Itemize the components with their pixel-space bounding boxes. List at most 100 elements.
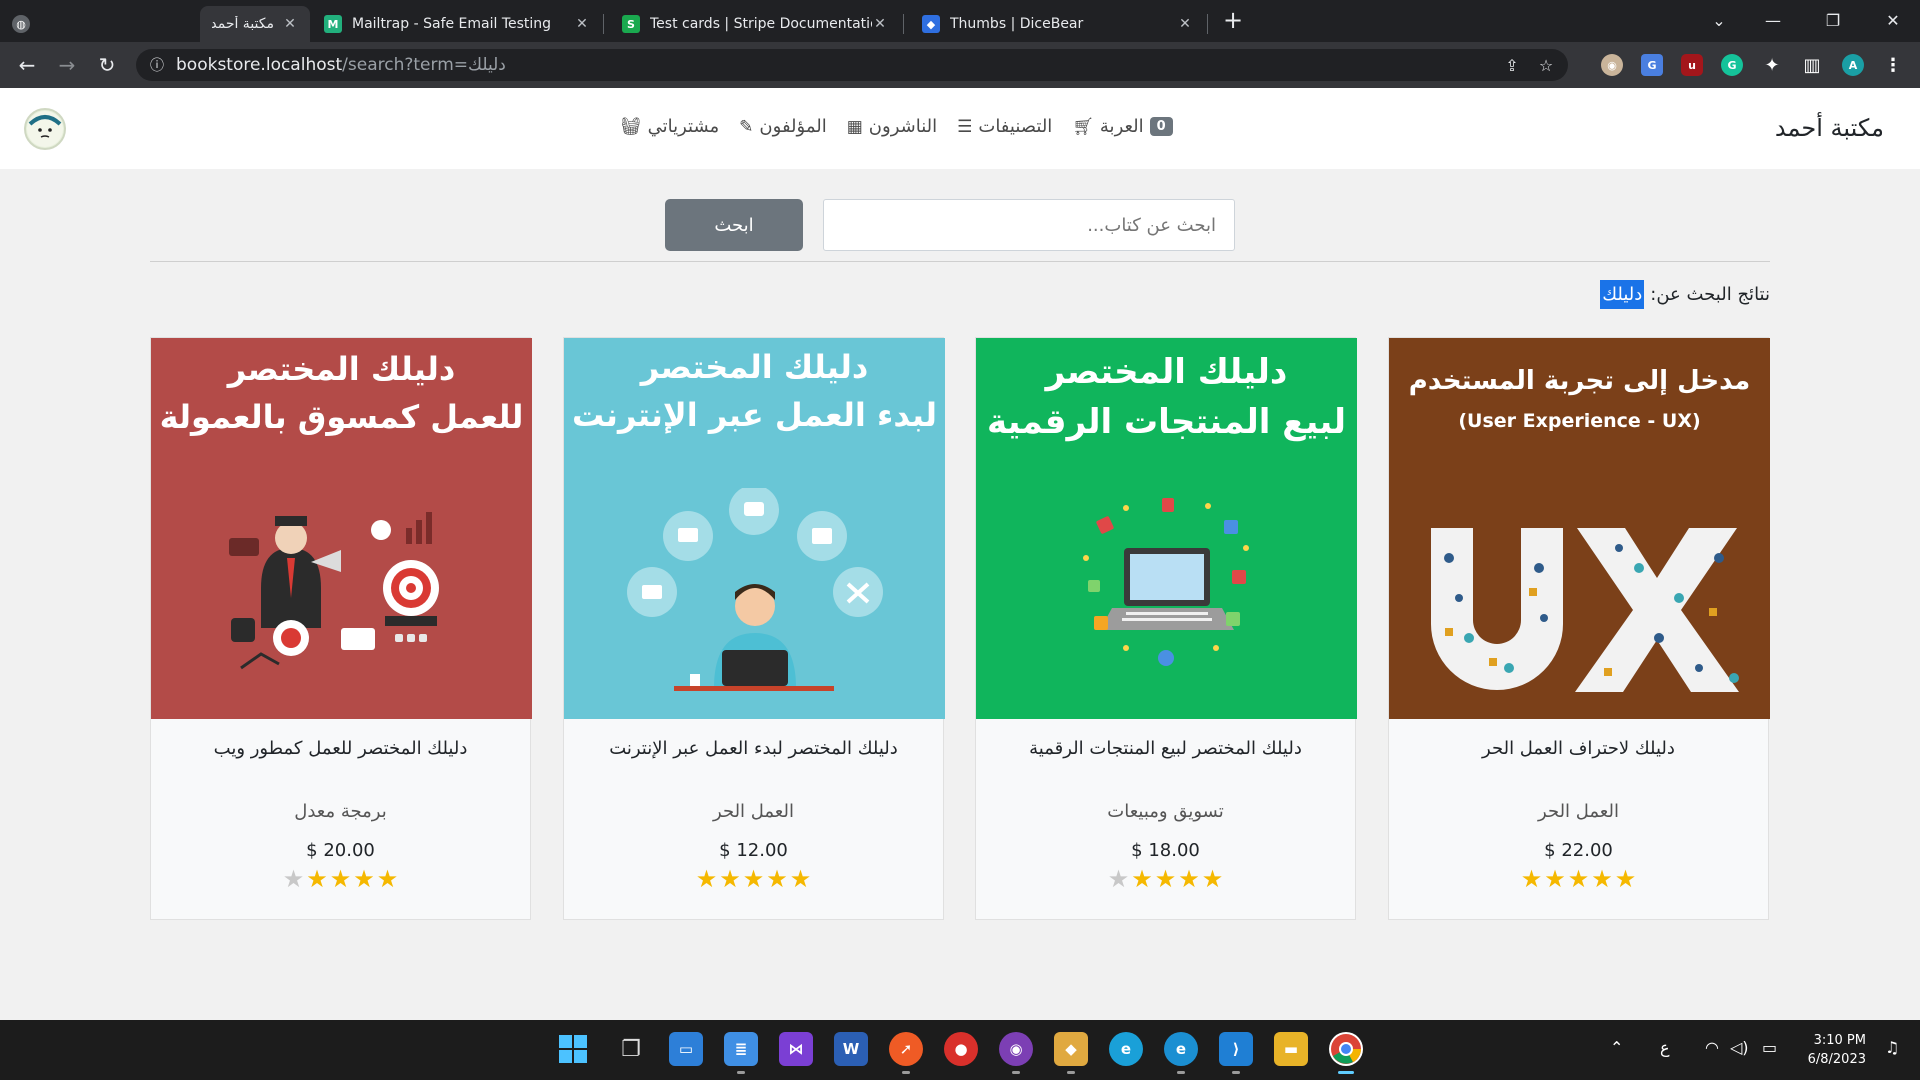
book-card[interactable]: دليلك المختصر لبيع المنتجات الرقمية دليل… — [975, 337, 1357, 920]
tab-title: مكتبة أحمد — [212, 16, 274, 32]
rating-stars: ★ ★ ★ ★ ★ — [1389, 865, 1768, 893]
windows-start-icon[interactable] — [556, 1032, 590, 1066]
volume-icon[interactable]: ◁) — [1730, 1038, 1749, 1057]
vscode-icon[interactable]: ⟩ — [1219, 1032, 1253, 1066]
book-category[interactable]: العمل الحر — [1389, 801, 1768, 822]
laptop-illustration-icon — [1083, 498, 1249, 666]
book-cover[interactable]: دليلك المختصر لبيع المنتجات الرقمية — [976, 338, 1357, 719]
reload-button[interactable]: ↻ — [90, 48, 124, 82]
results-term: دليلك — [1600, 280, 1645, 309]
avatar-face-icon — [27, 111, 63, 147]
star-filled-icon: ★ — [695, 865, 718, 893]
grammarly-icon[interactable]: G — [1721, 54, 1743, 76]
star-filled-icon: ★ — [1178, 865, 1200, 893]
book-card[interactable]: مدخل إلى تجربة المستخدم (User Experience… — [1388, 337, 1770, 920]
wifi-icon[interactable]: ◠ — [1705, 1038, 1719, 1057]
extensions-puzzle-icon[interactable]: ✦ — [1761, 54, 1783, 76]
book-cover[interactable]: مدخل إلى تجربة المستخدم (User Experience… — [1389, 338, 1770, 719]
bookmark-star-icon[interactable]: ☆ — [1536, 55, 1556, 75]
marketer-illustration-icon — [229, 512, 439, 670]
site-brand[interactable]: مكتبة أحمد — [1775, 114, 1884, 142]
tab-close-icon[interactable]: ✕ — [872, 16, 888, 32]
cover-title-line2: للعمل كمسوق بالعمولة — [159, 398, 524, 436]
rating-stars: ★ ★ ★ ★ ★ — [564, 865, 943, 893]
back-button[interactable]: ← — [10, 48, 44, 82]
notification-bell-icon[interactable]: ♫ — [1885, 1038, 1899, 1057]
ublock-origin-icon[interactable]: u — [1681, 54, 1703, 76]
close-window-button[interactable]: ✕ — [1870, 0, 1916, 40]
share-icon[interactable]: ⇪ — [1502, 55, 1522, 75]
active-indicator — [1338, 1071, 1354, 1074]
tab-bookstore[interactable]: مكتبة أحمد ✕ — [200, 6, 310, 42]
task-view-icon[interactable]: ❐ — [614, 1032, 648, 1066]
nav-categories[interactable]: التصنيفات ☰ — [957, 116, 1052, 137]
book-cover[interactable]: دليلك المختصر لبدء العمل عبر الإنترنت — [564, 338, 945, 719]
desktop-icon[interactable]: ▭ — [669, 1032, 703, 1066]
word-icon[interactable]: W — [834, 1032, 868, 1066]
tab-close-icon[interactable]: ✕ — [574, 16, 590, 32]
tab-dicebear[interactable]: ◆ Thumbs | DiceBear ✕ — [910, 6, 1205, 42]
chrome-icon[interactable] — [1329, 1032, 1363, 1066]
minimize-button[interactable]: — — [1750, 0, 1796, 40]
search-input[interactable] — [823, 199, 1235, 251]
book-category[interactable]: تسويق ومبيعات — [976, 801, 1355, 822]
url-path: /search?term=دليلك — [342, 55, 506, 75]
notepad-icon[interactable]: ≣ — [724, 1032, 758, 1066]
postman-icon[interactable]: ➚ — [889, 1032, 923, 1066]
star-filled-icon: ★ — [1544, 865, 1566, 893]
tab-search-menu[interactable]: ◍ — [0, 6, 60, 42]
book-card[interactable]: دليلك المختصر لبدء العمل عبر الإنترنت دل… — [563, 337, 945, 920]
taskbar-clock[interactable]: 3:10 PM 6/8/2023 — [1808, 1031, 1866, 1069]
book-card[interactable]: دليلك المختصر للعمل كمسوق بالعمولة دليلك… — [150, 337, 532, 920]
book-title[interactable]: دليلك المختصر لبدء العمل عبر الإنترنت — [564, 738, 943, 759]
new-tab-button[interactable]: + — [1210, 0, 1256, 40]
tab-title: Test cards | Stripe Documentation — [650, 16, 872, 32]
star-empty-icon: ★ — [1107, 865, 1130, 893]
extension-avatar-icon[interactable]: ◉ — [1601, 54, 1623, 76]
restore-button[interactable]: ❐ — [1810, 0, 1856, 40]
book-title[interactable]: دليلك لاحتراف العمل الحر — [1389, 738, 1768, 759]
book-category[interactable]: برمجة معدل — [151, 801, 530, 822]
tomato-icon[interactable]: ● — [944, 1032, 978, 1066]
tab-stripe[interactable]: S Test cards | Stripe Documentation ✕ — [610, 6, 900, 42]
table-icon: ▦ — [846, 116, 863, 137]
book-cover[interactable]: دليلك المختصر للعمل كمسوق بالعمولة — [151, 338, 532, 719]
dbeaver-icon[interactable]: ◆ — [1054, 1032, 1088, 1066]
address-bar[interactable]: ⓘ bookstore.localhost /search?term=دليلك… — [136, 49, 1568, 81]
cart-count-badge: 0 — [1149, 117, 1173, 136]
tab-divider — [1207, 14, 1208, 34]
tray-chevron-icon[interactable]: ⌃ — [1610, 1038, 1623, 1057]
site-info-icon[interactable]: ⓘ — [150, 55, 164, 75]
github-desktop-icon[interactable]: ◉ — [999, 1032, 1033, 1066]
edge-dev-icon[interactable]: e — [1109, 1032, 1143, 1066]
nav-authors-label: المؤلفون — [759, 116, 827, 137]
tab-mailtrap[interactable]: M Mailtrap - Safe Email Testing ✕ — [312, 6, 602, 42]
cover-title-line1: دليلك المختصر — [227, 350, 456, 388]
book-title[interactable]: دليلك المختصر لبيع المنتجات الرقمية — [976, 738, 1355, 759]
book-category[interactable]: العمل الحر — [564, 801, 943, 822]
edge-icon[interactable]: e — [1164, 1032, 1198, 1066]
browser-menu-icon[interactable]: ⋮ — [1882, 54, 1904, 76]
search-button[interactable]: ابحث — [665, 199, 803, 251]
tab-title: Thumbs | DiceBear — [950, 16, 1084, 32]
tab-search-chevron-icon[interactable]: ⌄ — [1696, 0, 1742, 40]
book-title[interactable]: دليلك المختصر للعمل كمطور ويب — [151, 738, 530, 759]
star-empty-icon: ★ — [282, 865, 305, 893]
tab-close-icon[interactable]: ✕ — [282, 16, 298, 32]
google-translate-icon[interactable]: G — [1641, 54, 1663, 76]
side-panel-icon[interactable]: ▥ — [1801, 54, 1823, 76]
battery-icon[interactable]: ▭ — [1762, 1038, 1777, 1057]
forward-button[interactable]: → — [50, 48, 84, 82]
profile-avatar[interactable]: A — [1842, 54, 1864, 76]
file-explorer-icon[interactable]: ▬ — [1274, 1032, 1308, 1066]
nav-publishers[interactable]: الناشرون ▦ — [847, 116, 937, 137]
nav-cart[interactable]: 0 العربة 🛒︎ — [1072, 116, 1173, 137]
input-language[interactable]: ع — [1660, 1038, 1670, 1057]
nav-authors[interactable]: المؤلفون ✎ — [739, 116, 827, 137]
star-filled-icon: ★ — [766, 865, 788, 893]
star-filled-icon: ★ — [306, 865, 328, 893]
visual-studio-icon[interactable]: ⋈ — [779, 1032, 813, 1066]
nav-purchases[interactable]: مشترياتي 🧺︎ — [620, 116, 719, 137]
tab-close-icon[interactable]: ✕ — [1177, 16, 1193, 32]
user-avatar[interactable] — [24, 108, 66, 150]
